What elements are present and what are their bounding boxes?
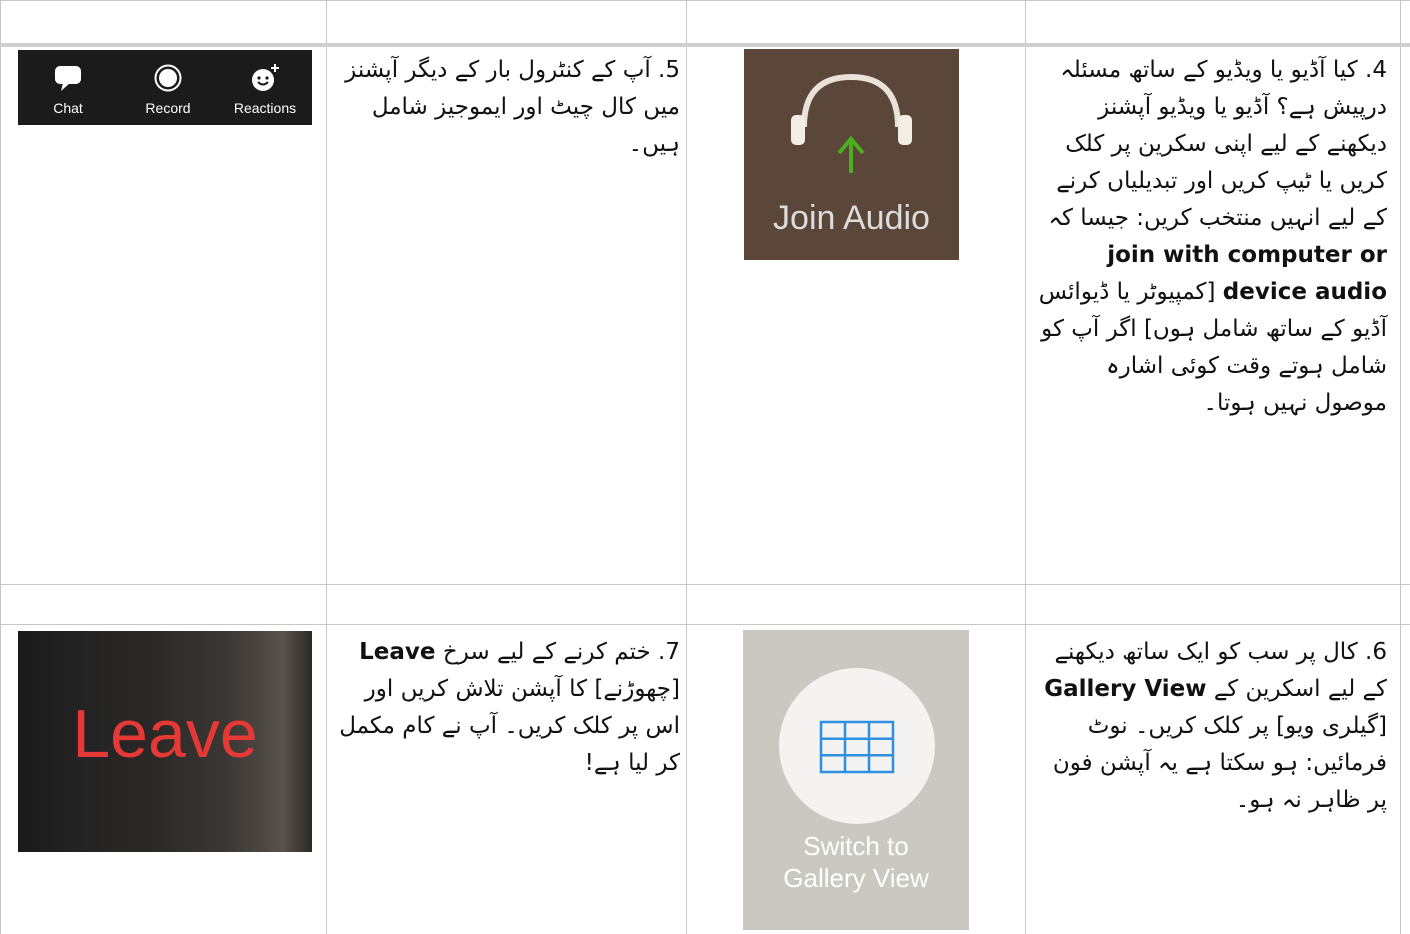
reactions-label: Reactions bbox=[233, 100, 297, 116]
gallery-label-line2: Gallery View bbox=[783, 863, 929, 893]
step7-text: 7. ختم کرنے کے لیے سرخ Leave [چھوڑنے] کا… bbox=[330, 634, 680, 782]
step7-text-a: 7. ختم کرنے کے لیے سرخ bbox=[442, 639, 680, 665]
table-border-col3 bbox=[1025, 0, 1026, 934]
chat-icon bbox=[55, 66, 81, 91]
step6-bold: Gallery View bbox=[1044, 676, 1207, 702]
grid-icon bbox=[819, 720, 895, 774]
reactions-icon bbox=[252, 64, 279, 91]
gallery-view-image: Switch to Gallery View bbox=[743, 630, 969, 930]
step7-bold: Leave bbox=[359, 639, 436, 665]
table-border-col1 bbox=[326, 0, 327, 934]
join-audio-label: Join Audio bbox=[773, 199, 930, 237]
step4-text: 4. کیا آڈیو یا ویڈیو کے ساتھ مسئلہ درپیش… bbox=[1032, 52, 1387, 422]
leave-label: Leave bbox=[72, 696, 258, 772]
table-border-row2 bbox=[0, 584, 1410, 585]
step7-text-b: [چھوڑنے] کا آپشن تلاش کریں اور اس پر کلک… bbox=[339, 676, 680, 776]
table-border-row3 bbox=[0, 624, 1410, 625]
gallery-button-circle bbox=[779, 668, 935, 824]
step6-text: 6. کال پر سب کو ایک ساتھ دیکھنے کے لیے ا… bbox=[1032, 634, 1387, 819]
table-border-top bbox=[0, 0, 1410, 1]
step4-text-a: 4. کیا آڈیو یا ویڈیو کے ساتھ مسئلہ درپیش… bbox=[1048, 57, 1387, 231]
reactions-item: Reactions bbox=[220, 50, 310, 125]
gallery-label-line1: Switch to bbox=[803, 831, 909, 861]
join-audio-image: Join Audio bbox=[744, 49, 959, 260]
chat-item: Chat bbox=[26, 50, 110, 125]
chat-label: Chat bbox=[53, 100, 83, 116]
step6-text-b: [گیلری ویو] پر کلک کریں۔ نوٹ فرمائیں: ہو… bbox=[1052, 713, 1387, 813]
zoom-toolbar-image: Chat Record Reactions bbox=[18, 50, 312, 125]
table-border-left bbox=[0, 0, 1, 934]
leave-image: Leave bbox=[18, 631, 312, 852]
arrow-up-icon bbox=[837, 135, 865, 173]
record-label: Record bbox=[145, 100, 191, 116]
record-icon bbox=[154, 64, 182, 92]
step5-text: 5. آپ کے کنٹرول بار کے دیگر آپشنز میں کا… bbox=[345, 57, 680, 157]
gallery-label: Switch to Gallery View bbox=[743, 830, 969, 894]
table-border-row1 bbox=[0, 43, 1410, 47]
table-border-col2 bbox=[686, 0, 687, 934]
record-item: Record bbox=[126, 50, 210, 125]
table-border-right bbox=[1400, 0, 1401, 934]
